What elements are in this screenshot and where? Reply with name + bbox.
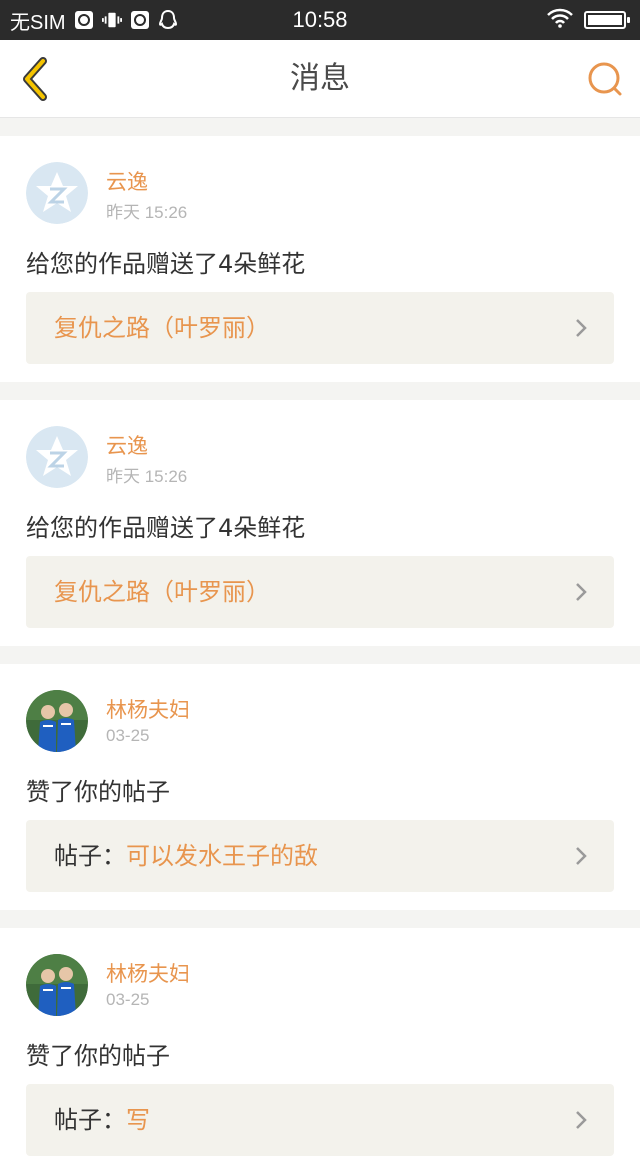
message-card[interactable]: 林杨夫妇 03-25 赞了你的帖子 帖子：可以发水王子的敌 bbox=[0, 664, 640, 910]
chevron-right-icon bbox=[576, 583, 587, 601]
username[interactable]: 林杨夫妇 bbox=[106, 958, 190, 988]
message-card[interactable]: 林杨夫妇 03-25 赞了你的帖子 帖子：写 bbox=[0, 928, 640, 1174]
referenced-work-link[interactable]: 复仇之路（叶罗丽） bbox=[26, 556, 614, 628]
search-button[interactable] bbox=[584, 58, 626, 100]
ref-title: 复仇之路（叶罗丽） bbox=[54, 314, 270, 342]
navigation-bar: 消息 bbox=[0, 40, 640, 118]
ref-title: 复仇之路（叶罗丽） bbox=[54, 578, 270, 606]
username[interactable]: 云逸 bbox=[106, 430, 148, 460]
avatar[interactable] bbox=[26, 426, 88, 488]
message-card[interactable]: 云逸 昨天 15:26 给您的作品赠送了4朵鲜花 复仇之路（叶罗丽） bbox=[0, 400, 640, 646]
timestamp: 昨天 15:26 bbox=[106, 467, 188, 486]
avatar[interactable] bbox=[26, 162, 88, 224]
battery-fill bbox=[588, 15, 622, 25]
message-text: 赞了你的帖子 bbox=[26, 778, 170, 806]
battery-icon bbox=[584, 11, 630, 29]
status-bar-right bbox=[546, 0, 630, 40]
chevron-right-icon bbox=[576, 1111, 587, 1129]
timestamp: 03-25 bbox=[106, 726, 150, 745]
username[interactable]: 云逸 bbox=[106, 166, 148, 196]
ref-text: 复仇之路（叶罗丽） bbox=[54, 292, 270, 364]
avatar[interactable] bbox=[26, 690, 88, 752]
avatar[interactable] bbox=[26, 954, 88, 1016]
referenced-post-link[interactable]: 帖子：可以发水王子的敌 bbox=[26, 820, 614, 892]
ref-prefix: 帖子： bbox=[54, 1106, 126, 1134]
clock: 10:58 bbox=[292, 7, 348, 32]
ref-text: 复仇之路（叶罗丽） bbox=[54, 556, 270, 628]
ref-title: 写 bbox=[126, 1106, 150, 1134]
status-bar: 无SIM 10:58 bbox=[0, 0, 640, 40]
ref-prefix: 帖子： bbox=[54, 842, 126, 870]
ref-text: 帖子：写 bbox=[54, 1084, 150, 1156]
timestamp: 03-25 bbox=[106, 990, 150, 1009]
chevron-right-icon bbox=[576, 319, 587, 337]
chevron-right-icon bbox=[576, 847, 587, 865]
timestamp: 昨天 15:26 bbox=[106, 203, 188, 222]
search-icon bbox=[588, 62, 622, 96]
message-card[interactable]: 云逸 昨天 15:26 给您的作品赠送了4朵鲜花 复仇之路（叶罗丽） bbox=[0, 136, 640, 382]
referenced-post-link[interactable]: 帖子：写 bbox=[26, 1084, 614, 1156]
message-text: 给您的作品赠送了4朵鲜花 bbox=[26, 250, 306, 278]
page-title: 消息 bbox=[290, 61, 350, 96]
username[interactable]: 林杨夫妇 bbox=[106, 694, 190, 724]
wifi-icon bbox=[546, 8, 574, 33]
message-text: 给您的作品赠送了4朵鲜花 bbox=[26, 514, 306, 542]
ref-text: 帖子：可以发水王子的敌 bbox=[54, 820, 318, 892]
referenced-work-link[interactable]: 复仇之路（叶罗丽） bbox=[26, 292, 614, 364]
message-text: 赞了你的帖子 bbox=[26, 1042, 170, 1070]
ref-title: 可以发水王子的敌 bbox=[126, 842, 318, 870]
